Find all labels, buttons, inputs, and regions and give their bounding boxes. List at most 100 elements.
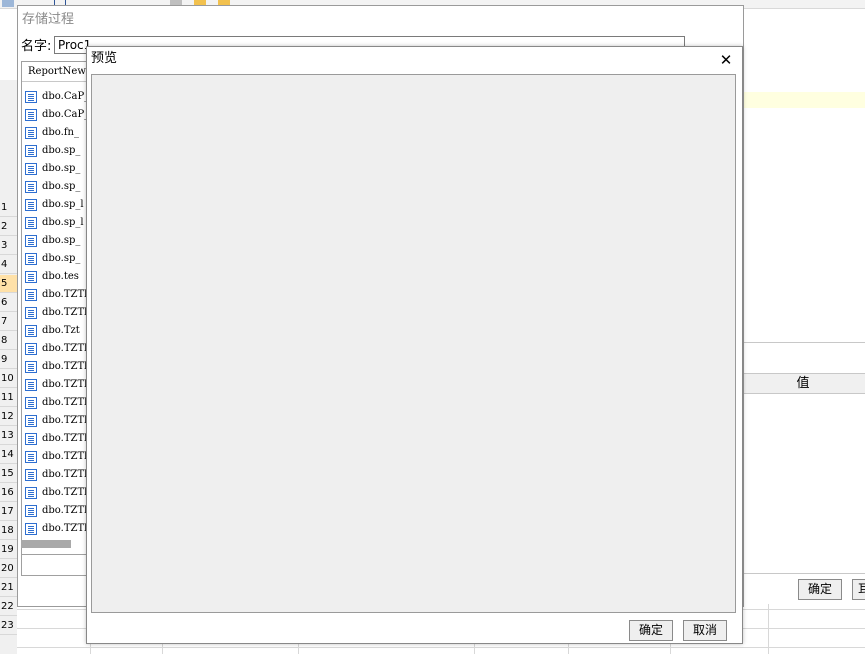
list-item[interactable]: dbo.TZTl (25, 394, 92, 412)
procedure-icon (25, 234, 37, 247)
list-item[interactable]: dbo.TZTl (25, 376, 92, 394)
procedure-name: dbo.TZTl (42, 307, 88, 318)
procedure-icon (25, 180, 37, 193)
procedure-name: dbo.Tzt (42, 325, 80, 336)
list-item[interactable]: dbo.TZTl (25, 412, 92, 430)
row-number[interactable]: 17 (0, 503, 17, 521)
procedure-icon (25, 270, 37, 283)
procedure-icon (25, 486, 37, 499)
list-item[interactable]: dbo.sp_ (25, 178, 92, 196)
highlighted-row (741, 92, 865, 108)
list-item[interactable]: dbo.TZTl (25, 304, 92, 322)
panel-divider (741, 342, 865, 343)
list-item[interactable]: dbo.CaP_ (25, 88, 92, 106)
procedure-icon (25, 216, 37, 229)
row-number[interactable]: 7 (0, 313, 17, 331)
list-item[interactable]: dbo.CaP_ (25, 106, 92, 124)
list-item[interactable]: dbo.TZTl (25, 484, 92, 502)
name-label: 名字: (21, 39, 52, 54)
procedure-icon (25, 252, 37, 265)
row-number[interactable]: 21 (0, 579, 17, 597)
procedure-icon (25, 396, 37, 409)
procedure-icon (25, 414, 37, 427)
procedure-name: dbo.sp_ (42, 163, 81, 174)
row-number[interactable]: 6 (0, 294, 17, 312)
procedure-icon (25, 144, 37, 157)
list-item[interactable]: dbo.TZTl (25, 448, 92, 466)
procedure-icon (25, 432, 37, 445)
list-header[interactable]: ReportNew (22, 62, 92, 82)
procedure-name: dbo.TZTl (42, 343, 88, 354)
procedure-icon (25, 450, 37, 463)
row-number[interactable]: 2 (0, 218, 17, 236)
background-confirm-button[interactable]: 确定 (798, 579, 842, 600)
row-number[interactable]: 5 (0, 275, 17, 293)
app-menu-icon[interactable] (2, 0, 14, 7)
procedure-icon (25, 360, 37, 373)
row-number[interactable]: 19 (0, 541, 17, 559)
procedure-name: dbo.TZTl (42, 451, 88, 462)
procedure-name: dbo.TZTl (42, 523, 88, 534)
list-item[interactable]: dbo.Tzt (25, 322, 92, 340)
row-number[interactable]: 11 (0, 389, 17, 407)
panel-divider-bottom (741, 573, 865, 574)
procedure-name: dbo.TZTl (42, 415, 88, 426)
row-number[interactable]: 13 (0, 427, 17, 445)
sql-input[interactable] (21, 554, 93, 576)
procedure-name: dbo.sp_ (42, 253, 81, 264)
preview-title: 预览 (91, 51, 118, 66)
procedure-icon (25, 90, 37, 103)
row-number[interactable]: 12 (0, 408, 17, 426)
close-icon[interactable]: ✕ (717, 51, 735, 69)
ok-button[interactable]: 确定 (629, 620, 673, 641)
list-item[interactable]: dbo.TZTl (25, 286, 92, 304)
list-item[interactable]: dbo.sp_ (25, 160, 92, 178)
cancel-button[interactable]: 取消 (683, 620, 727, 641)
procedure-icon (25, 162, 37, 175)
procedure-name: dbo.TZTl (42, 469, 88, 480)
row-number[interactable]: 15 (0, 465, 17, 483)
background-cancel-button[interactable]: 耳 (852, 579, 865, 600)
list-item[interactable]: dbo.sp_l (25, 214, 92, 232)
procedure-name: dbo.sp_l (42, 199, 84, 210)
row-number[interactable]: 16 (0, 484, 17, 502)
row-number[interactable]: 9 (0, 351, 17, 369)
procedure-name: dbo.fn_ (42, 127, 79, 138)
row-number[interactable]: 23 (0, 617, 17, 635)
procedure-name: dbo.TZTl (42, 361, 88, 372)
list-item[interactable]: dbo.TZTl (25, 466, 92, 484)
procedure-name: dbo.TZTl (42, 397, 88, 408)
list-item[interactable]: dbo.sp_ (25, 232, 92, 250)
row-number[interactable]: 20 (0, 560, 17, 578)
procedure-icon (25, 126, 37, 139)
row-number[interactable]: 14 (0, 446, 17, 464)
procedure-name: dbo.CaP_ (42, 109, 90, 120)
row-number[interactable]: 3 (0, 237, 17, 255)
procedure-list[interactable]: ReportNew dbo.CaP_ dbo.CaP_ dbo.fn_ dbo.sp_… (21, 61, 93, 555)
row-number[interactable]: 8 (0, 332, 17, 350)
list-item[interactable]: dbo.sp_ (25, 142, 92, 160)
procedure-icon (25, 522, 37, 535)
list-item[interactable]: dbo.TZTl (25, 358, 92, 376)
list-item[interactable]: dbo.sp_ (25, 250, 92, 268)
row-number[interactable]: 10 (0, 370, 17, 388)
horizontal-scrollbar[interactable] (21, 540, 71, 548)
procedure-icon (25, 504, 37, 517)
list-item[interactable]: dbo.TZTl (25, 340, 92, 358)
procedure-name: dbo.sp_ (42, 181, 81, 192)
list-item[interactable]: dbo.TZTl (25, 430, 92, 448)
value-column-header: 值 (741, 373, 865, 394)
row-number[interactable]: 1 (0, 199, 17, 217)
preview-canvas (91, 74, 736, 613)
row-number[interactable]: 22 (0, 598, 17, 616)
row-number[interactable]: 4 (0, 256, 17, 274)
row-number[interactable]: 18 (0, 522, 17, 540)
list-item[interactable]: dbo.TZTl (25, 520, 92, 538)
procedure-icon (25, 342, 37, 355)
procedure-name: dbo.TZTl (42, 487, 88, 498)
list-item[interactable]: dbo.fn_ (25, 124, 92, 142)
list-item[interactable]: dbo.TZTl (25, 502, 92, 520)
list-item[interactable]: dbo.sp_l (25, 196, 92, 214)
row-header-column: 1 2 3 4 5 6 7 8 9 10 11 12 13 14 15 16 17 18 19 20 21 22 23 (0, 80, 18, 654)
list-item[interactable]: dbo.tes (25, 268, 92, 286)
